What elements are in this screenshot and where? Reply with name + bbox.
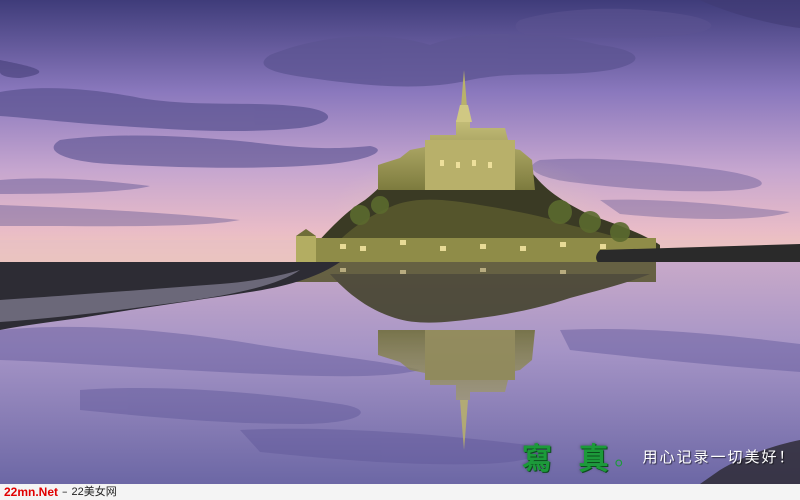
footer-url[interactable]: 22mn.Net — [4, 484, 58, 500]
footer-bar: 22mn.Net – 22美女网 — [0, 484, 800, 500]
footer-site-name: 22美女网 — [71, 486, 117, 498]
footer-separator: – — [62, 485, 68, 498]
landscape-photo — [0, 0, 800, 484]
watermark-logo: 寫 真 — [522, 442, 617, 477]
watermark-dot: 。 — [614, 446, 637, 471]
watermark-slogan: 用心记录一切美好！ — [642, 447, 796, 466]
watermark: 寫 真 。 用心记录一切美好！ — [522, 436, 796, 477]
